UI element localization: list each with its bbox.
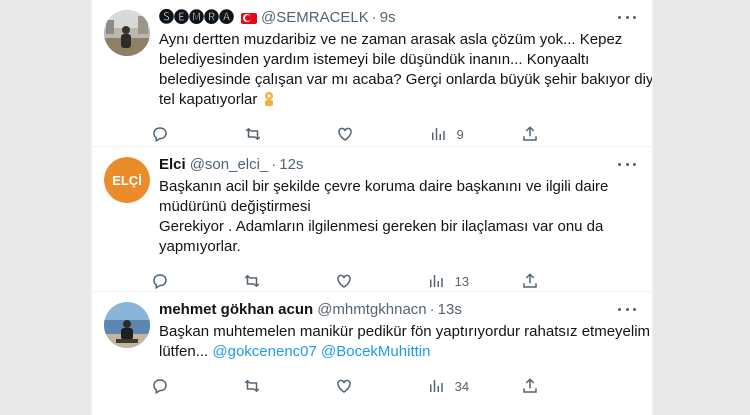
retweet-button[interactable] <box>243 272 283 290</box>
retweet-button[interactable] <box>244 125 284 143</box>
retweet-icon <box>245 127 260 141</box>
reply-button[interactable] <box>151 377 191 395</box>
analytics-icon <box>431 128 445 140</box>
display-name[interactable]: mehmet gökhan acun <box>159 300 313 320</box>
reply-button[interactable] <box>151 272 191 290</box>
share-icon <box>523 378 537 393</box>
avatar[interactable]: ELÇİ <box>104 157 150 203</box>
separator-dot: · <box>271 156 277 173</box>
tweet-mhmtgkhnacn[interactable]: mehmet gökhan acun @mhmtgkhnacn · 13s Ba… <box>92 292 652 415</box>
share-button[interactable] <box>521 125 561 143</box>
tweet-text-line: müdürünü değiştirmesi <box>159 198 311 215</box>
separator-dot: · <box>429 301 435 318</box>
view-count: 13 <box>454 273 470 289</box>
display-name[interactable]: 🅢🅔🅜🅡🅐 <box>159 8 234 28</box>
tweet-header: 🅢🅔🅜🅡🅐 @SEMRACELK · 9s <box>159 8 636 28</box>
separator-dot: · <box>371 9 377 26</box>
view-count: 34 <box>454 378 470 394</box>
reply-icon <box>153 127 167 143</box>
like-button[interactable] <box>336 125 376 143</box>
share-icon <box>523 273 537 288</box>
heart-icon <box>337 274 351 288</box>
tweet-son-elci[interactable]: ELÇİ Elci @son_elci_ · 12s Başkanın acil… <box>92 147 652 292</box>
tweet-text-line: tel kapatıyorlar <box>159 91 258 108</box>
timestamp[interactable]: 12s <box>279 155 303 175</box>
tweet-text-line: Aynı dertten muzdaribiz ve ne zaman aras… <box>159 31 623 48</box>
tweet-actions: 34 <box>151 370 561 402</box>
tweet-text-line: yapmıyorlar. <box>159 238 241 255</box>
analytics-icon <box>429 380 443 392</box>
tweet-actions: 9 <box>151 118 561 150</box>
more-options-icon[interactable] <box>618 10 636 24</box>
avatar-text: ELÇİ <box>112 173 142 188</box>
retweet-icon <box>244 274 260 288</box>
reply-button[interactable] <box>151 125 191 143</box>
tweet-text-line: Başkanın acil bir şekilde çevre koruma d… <box>159 178 609 195</box>
retweet-button[interactable] <box>243 377 283 395</box>
tweet-text: Başkan muhtemelen manikür pedikür fön ya… <box>159 322 651 362</box>
tweet-text-line: belediyesinde çalışan var mı acaba? Gerç… <box>159 71 653 88</box>
retweet-icon <box>244 379 260 393</box>
views-button[interactable]: 13 <box>427 272 469 290</box>
views-button[interactable]: 9 <box>429 125 469 143</box>
like-button[interactable] <box>335 272 375 290</box>
share-icon <box>523 126 537 141</box>
mention-link[interactable]: @BocekMuhittin <box>321 343 430 360</box>
tweet-text-line: Gerekiyor . Adamların ilgilenmesi gereke… <box>159 218 604 235</box>
avatar[interactable] <box>104 10 150 56</box>
share-button[interactable] <box>521 377 561 395</box>
more-options-icon[interactable] <box>618 302 636 316</box>
tweet-header: mehmet gökhan acun @mhmtgkhnacn · 13s <box>159 300 636 320</box>
display-name[interactable]: Elci <box>159 155 186 175</box>
heart-icon <box>337 379 351 393</box>
timestamp[interactable]: 9s <box>380 8 396 28</box>
analytics-icon <box>429 275 443 287</box>
tweet-text-line: lütfen... <box>159 343 209 360</box>
timestamp[interactable]: 13s <box>438 300 462 320</box>
handle[interactable]: @son_elci_ <box>190 155 269 175</box>
tweet-text-line: Başkan muhtemelen manikür pedikür fön ya… <box>159 323 651 340</box>
timeline: 🅢🅔🅜🅡🅐 @SEMRACELK · 9s Aynı dertten muzda… <box>91 0 653 415</box>
avatar-photo <box>104 10 150 56</box>
more-options-icon[interactable] <box>618 157 636 171</box>
views-button[interactable]: 34 <box>427 377 469 395</box>
tweet-text: Aynı dertten muzdaribiz ve ne zaman aras… <box>159 30 653 110</box>
handle[interactable]: @mhmtgkhnacn <box>317 300 426 320</box>
tweet-text: Başkanın acil bir şekilde çevre koruma d… <box>159 177 636 257</box>
emoji-icon <box>264 92 273 106</box>
tweet-header: Elci @son_elci_ · 12s <box>159 155 636 175</box>
turkey-flag-icon <box>241 12 258 24</box>
view-count: 9 <box>456 126 464 142</box>
handle[interactable]: @SEMRACELK <box>261 8 369 28</box>
tweet-text-line: belediyesinden yardım istemeyi bile düşü… <box>159 51 590 68</box>
tweet-semracelk[interactable]: 🅢🅔🅜🅡🅐 @SEMRACELK · 9s Aynı dertten muzda… <box>92 0 652 147</box>
avatar-logo: ELÇİ <box>104 157 150 203</box>
avatar-photo <box>104 302 150 348</box>
share-button[interactable] <box>521 272 561 290</box>
like-button[interactable] <box>335 377 375 395</box>
avatar[interactable] <box>104 302 150 348</box>
heart-icon <box>338 127 352 141</box>
mention-link[interactable]: @gokcenenc07 <box>212 343 316 360</box>
reply-icon <box>153 274 167 290</box>
reply-icon <box>153 379 167 395</box>
